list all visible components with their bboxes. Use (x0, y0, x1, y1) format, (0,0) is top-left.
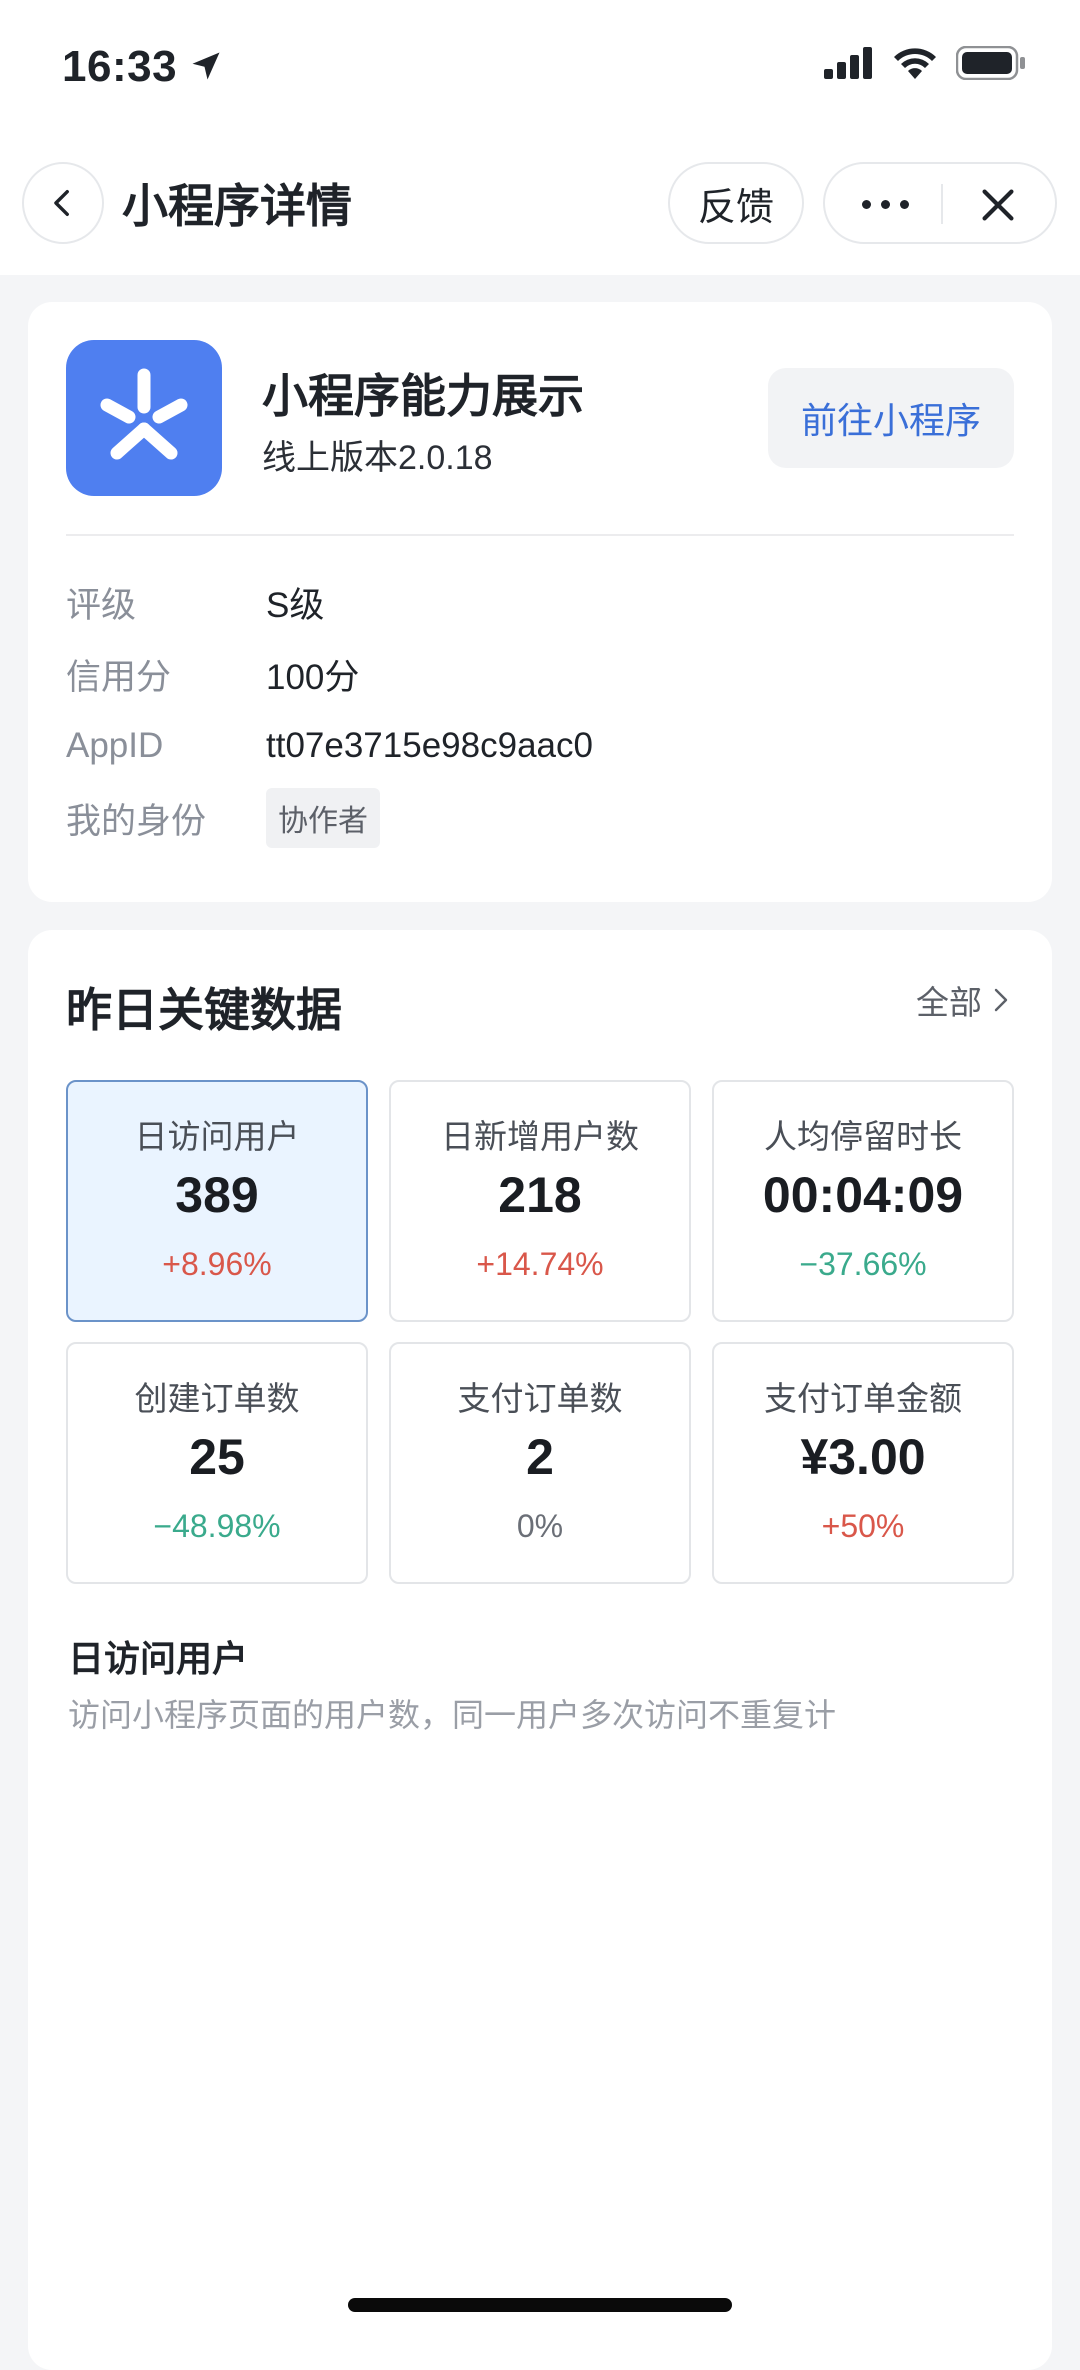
location-arrow-icon (192, 52, 220, 80)
metric-value: 218 (498, 1167, 582, 1223)
metric-value: 389 (175, 1167, 259, 1223)
info-key: 我的身份 (66, 801, 207, 841)
battery-icon (956, 46, 1025, 80)
metric-orders-created[interactable]: 创建订单数 25 −48.98% (66, 1342, 368, 1584)
feedback-button[interactable]: 反馈 (668, 162, 804, 244)
info-row-appid: AppID tt07e3715e98c9aac0 (66, 716, 593, 776)
metric-orders-paid[interactable]: 支付订单数 2 0% (389, 1342, 691, 1584)
app-logo-icon (100, 368, 188, 460)
info-row-rating: 评级 S级 (66, 572, 324, 632)
metric-value: 2 (526, 1429, 554, 1485)
view-all-link[interactable]: 全部 (916, 976, 1012, 1024)
status-time: 16:33 (62, 42, 178, 91)
metric-change: +50% (821, 1508, 905, 1544)
info-value: 100分 (266, 657, 360, 697)
info-row-role: 我的身份 协作者 (66, 788, 380, 848)
metric-change: −48.98% (153, 1508, 281, 1544)
status-bar: 16:33 (0, 0, 1080, 140)
metric-label: 日访问用户 (134, 1118, 300, 1155)
nav-bar: 小程序详情 反馈 (0, 140, 1080, 275)
metric-label: 日新增用户数 (441, 1118, 639, 1155)
info-value: tt07e3715e98c9aac0 (266, 726, 593, 765)
divider (66, 534, 1014, 536)
page-title: 小程序详情 (122, 180, 352, 232)
back-button[interactable] (22, 162, 104, 244)
metric-change: 0% (516, 1508, 564, 1544)
cellular-signal-icon (824, 47, 872, 79)
metric-change: +14.74% (476, 1246, 604, 1282)
app-version: 线上版本2.0.18 (262, 439, 493, 477)
chart-description: 访问小程序页面的用户数，同一用户多次访问不重复计 (68, 1697, 837, 1733)
daily-visitors-line-chart: 390323255188 (28, 1750, 1052, 2350)
chevron-left-icon (54, 189, 69, 217)
metric-change: −37.66% (799, 1246, 927, 1282)
info-key: 评级 (66, 585, 137, 625)
metric-label: 人均停留时长 (764, 1118, 962, 1155)
key-data-card: 昨日关键数据 全部 日访问用户 389 +8.96% 日新增用户数 218 +1… (28, 930, 1052, 2370)
mini-program-capsule (823, 162, 1057, 244)
app-name: 小程序能力展示 (262, 370, 584, 422)
view-all-label: 全部 (916, 984, 982, 1021)
wifi-icon (894, 48, 936, 79)
metric-value: 25 (189, 1429, 245, 1485)
metric-label: 创建订单数 (134, 1380, 300, 1417)
metric-avg-stay[interactable]: 人均停留时长 00:04:09 −37.66% (712, 1080, 1014, 1322)
close-icon[interactable] (975, 182, 1021, 228)
home-indicator (348, 2298, 732, 2312)
metric-daily-visitors[interactable]: 日访问用户 389 +8.96% (66, 1080, 368, 1322)
info-key: 信用分 (66, 657, 172, 697)
metric-paid-amount[interactable]: 支付订单金额 ¥3.00 +50% (712, 1342, 1014, 1584)
metric-change: +8.96% (162, 1246, 272, 1282)
metric-label: 支付订单金额 (764, 1380, 962, 1417)
info-row-credit: 信用分 100分 (66, 644, 359, 704)
section-title: 昨日关键数据 (66, 984, 342, 1036)
role-badge: 协作者 (266, 788, 380, 848)
chevron-right-icon (994, 988, 1008, 1012)
more-dots-icon (861, 199, 871, 209)
go-to-mini-program-button[interactable]: 前往小程序 (768, 368, 1014, 468)
metric-label: 支付订单数 (457, 1380, 623, 1417)
app-logo (66, 340, 222, 496)
capsule-divider (941, 184, 943, 224)
metric-value: 00:04:09 (762, 1167, 964, 1223)
info-key: AppID (66, 726, 164, 765)
chart-title: 日访问用户 (68, 1638, 249, 1679)
app-info-card: 小程序能力展示 线上版本2.0.18 前往小程序 评级 S级 信用分 100分 … (28, 302, 1052, 902)
info-value: S级 (266, 585, 325, 625)
metric-value: ¥3.00 (800, 1429, 926, 1485)
more-button[interactable] (853, 186, 917, 222)
metric-new-users[interactable]: 日新增用户数 218 +14.74% (389, 1080, 691, 1322)
